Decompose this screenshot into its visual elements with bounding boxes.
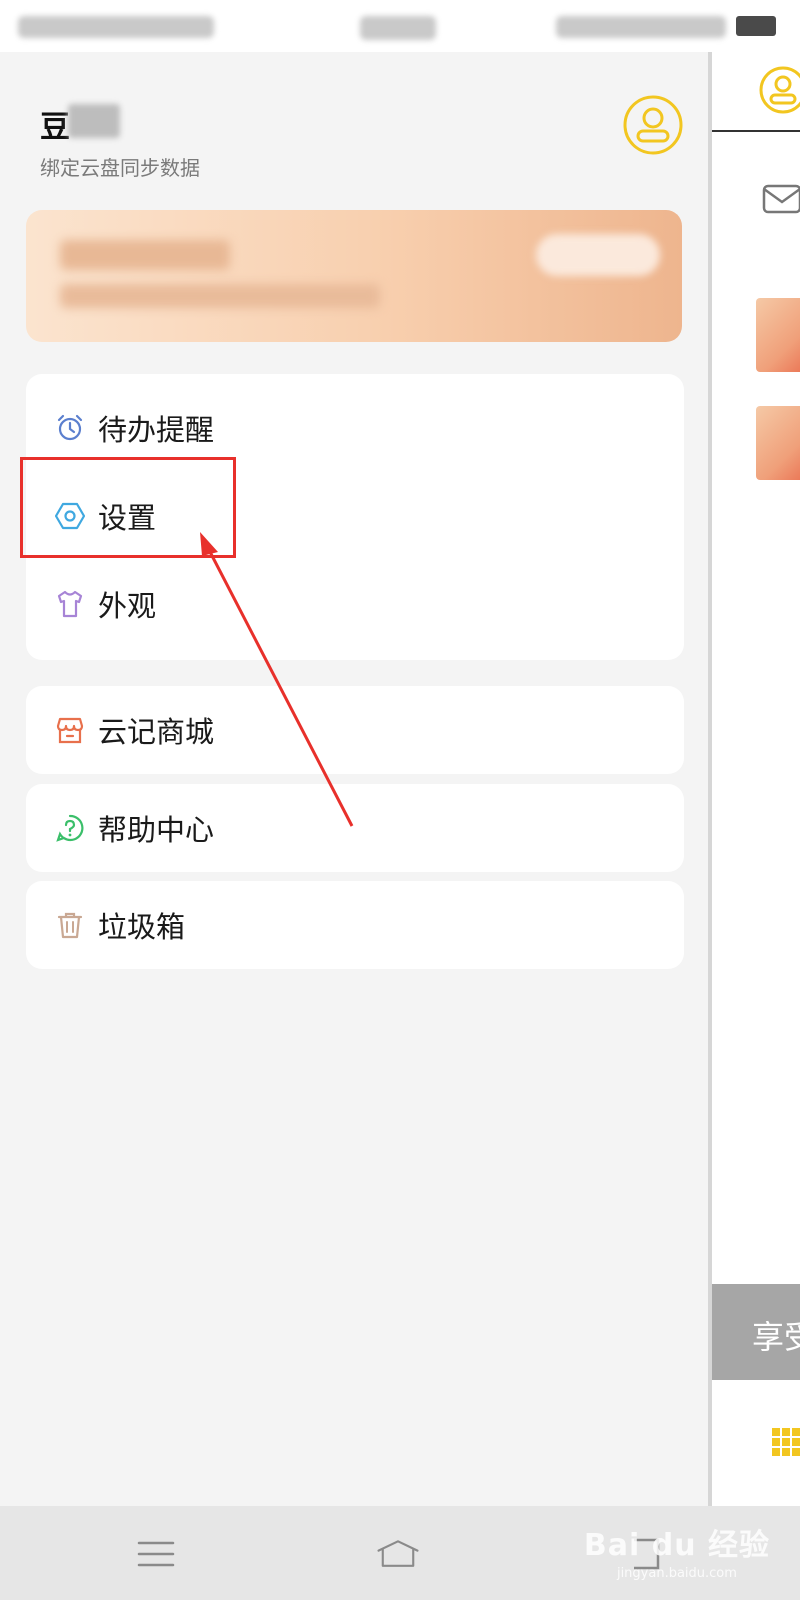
- user-name-blurred: [68, 104, 120, 138]
- help-question-icon: [54, 812, 86, 844]
- vip-title-blurred: [60, 240, 230, 270]
- vip-banner[interactable]: [26, 210, 682, 342]
- header-underline: [712, 130, 800, 132]
- menu-label: 待办提醒: [98, 413, 215, 447]
- menu-label: 外观: [98, 589, 157, 623]
- tshirt-icon: [54, 588, 86, 620]
- promo-bar[interactable]: 享受: [712, 1284, 800, 1380]
- cloud-sync-hint[interactable]: 绑定云盘同步数据: [40, 152, 200, 181]
- menu-item-help-center[interactable]: 帮助中心: [26, 784, 684, 872]
- mail-icon[interactable]: [762, 180, 800, 216]
- menu-item-appearance[interactable]: 外观: [26, 560, 684, 648]
- menu-card-trash: 垃圾箱: [26, 881, 684, 969]
- signal-info-blurred: [18, 16, 214, 38]
- store-icon: [54, 714, 86, 746]
- grid-icon[interactable]: [772, 1428, 800, 1464]
- annotation-highlight-box: [20, 457, 236, 558]
- trash-icon: [54, 909, 86, 941]
- menu-item-store[interactable]: 云记商城: [26, 686, 684, 774]
- user-name[interactable]: 豆: [40, 102, 70, 146]
- promo-text: 享受: [752, 1318, 800, 1356]
- hamburger-icon: [137, 1541, 175, 1567]
- system-nav-bar: Bai du 经验 jingyan.baidu.com: [0, 1506, 800, 1600]
- watermark-url: jingyan.baidu.com: [616, 1566, 737, 1581]
- side-drawer: 豆 绑定云盘同步数据 待办提醒 设置 外观 云记商城 帮助中心 垃圾箱: [0, 52, 708, 1506]
- avatar-icon[interactable]: [758, 64, 800, 120]
- status-icons-blurred: [556, 16, 726, 38]
- status-bar: [0, 0, 800, 52]
- note-thumbnail[interactable]: [756, 298, 800, 372]
- menu-label: 垃圾箱: [98, 910, 186, 944]
- menu-card-store: 云记商城: [26, 686, 684, 774]
- avatar-icon[interactable]: [622, 94, 684, 156]
- vip-desc-blurred: [60, 284, 380, 308]
- vip-open-button[interactable]: [536, 234, 660, 276]
- nav-home-button[interactable]: [376, 1534, 420, 1574]
- baidu-jingyan-watermark: Bai du 经验 jingyan.baidu.com: [584, 1520, 770, 1581]
- clock-blurred: [360, 16, 436, 40]
- home-icon: [377, 1540, 419, 1567]
- alarm-clock-icon: [54, 412, 86, 444]
- nav-menu-button[interactable]: [134, 1534, 178, 1574]
- watermark-main: Bai du 经验: [583, 1528, 770, 1563]
- menu-card-help: 帮助中心: [26, 784, 684, 872]
- menu-item-trash[interactable]: 垃圾箱: [26, 881, 684, 969]
- menu-label: 帮助中心: [98, 813, 215, 847]
- main-content-peek: 享受: [712, 52, 800, 1506]
- note-thumbnail[interactable]: [756, 406, 800, 480]
- menu-label: 云记商城: [98, 715, 215, 749]
- battery-icon: [736, 16, 776, 36]
